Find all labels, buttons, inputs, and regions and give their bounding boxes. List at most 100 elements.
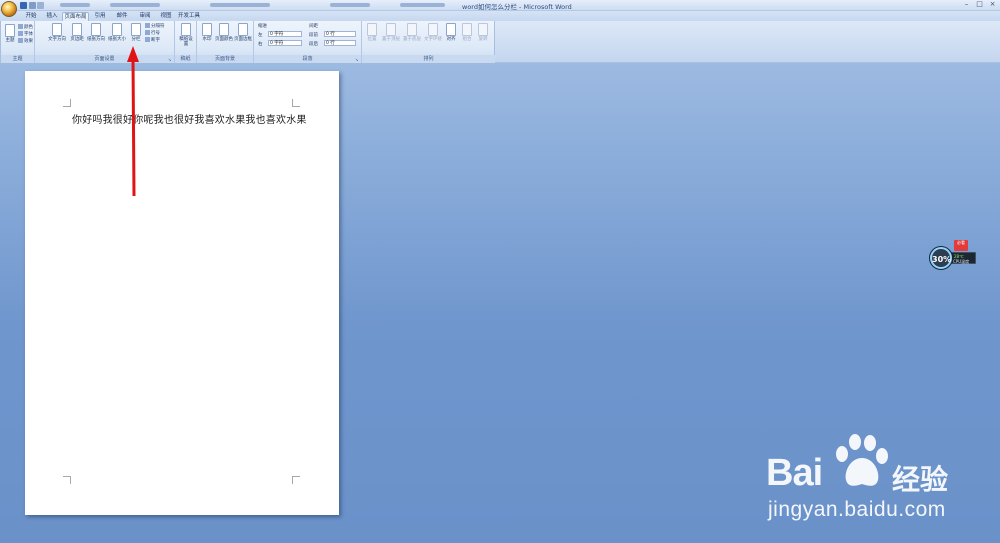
margins-label: 页边距 bbox=[70, 37, 84, 42]
theme-fonts-button[interactable]: 字体 bbox=[18, 31, 33, 38]
cpu-panel: 28℃ CPU温度 bbox=[950, 252, 976, 264]
orientation-button[interactable]: 纸张方向 bbox=[86, 23, 106, 42]
theme-effects-button[interactable]: 效果 bbox=[18, 38, 33, 45]
theme-colors-label: 颜色 bbox=[24, 25, 33, 30]
hyphenation-button[interactable]: 断字 bbox=[145, 37, 160, 44]
watermark-icon bbox=[202, 23, 212, 36]
breaks-label: 分隔符 bbox=[151, 24, 165, 29]
undo-icon[interactable] bbox=[29, 2, 36, 9]
title-bar: word如何怎么分栏 - Microsoft Word – □ × bbox=[0, 0, 1000, 17]
indent-left-input[interactable]: 0 字符 bbox=[268, 31, 302, 37]
page-setup-launcher-icon[interactable]: ↘ bbox=[168, 57, 173, 62]
themes-button[interactable]: 主题 bbox=[4, 24, 16, 43]
position-button[interactable]: 位置 bbox=[365, 23, 379, 42]
page-color-icon bbox=[219, 23, 229, 36]
columns-button[interactable]: 分栏 bbox=[129, 23, 143, 42]
margins-icon bbox=[72, 23, 82, 36]
rotate-button[interactable]: 旋转 bbox=[476, 23, 490, 42]
watermark-button[interactable]: 水印 bbox=[200, 23, 214, 42]
orientation-icon bbox=[91, 23, 101, 36]
cpu-temperature-label: CPU温度 bbox=[953, 259, 970, 264]
align-button[interactable]: 对齐 bbox=[444, 23, 458, 42]
page-background-group: 水印 页面颜色 页面边框 页面背景 bbox=[197, 21, 254, 63]
draft-group: 稿纸设置 稿纸 bbox=[175, 21, 197, 63]
text-wrap-label: 文字环绕 bbox=[424, 37, 442, 42]
ribbon-empty-area bbox=[495, 21, 1000, 63]
line-numbers-icon bbox=[145, 30, 150, 35]
baidu-paw-icon bbox=[836, 434, 888, 486]
page-borders-icon bbox=[238, 23, 248, 36]
page-color-button[interactable]: 页面颜色 bbox=[215, 23, 233, 42]
themes-group-label: 主题 bbox=[1, 55, 34, 63]
position-icon bbox=[367, 23, 377, 36]
tab-view[interactable]: 视图 bbox=[156, 12, 176, 21]
text-wrap-button[interactable]: 文字环绕 bbox=[423, 23, 443, 42]
watermark-logo-cn: 经验 bbox=[892, 463, 949, 496]
tab-home[interactable]: 开始 bbox=[20, 12, 42, 21]
margin-corner-mark bbox=[292, 99, 300, 107]
spacing-before-input[interactable]: 0 行 bbox=[324, 31, 356, 37]
close-button[interactable]: × bbox=[988, 0, 997, 10]
cpu-badge: 必看 bbox=[954, 240, 968, 251]
spacing-after-label: 段后 bbox=[309, 42, 318, 47]
ghost-tab bbox=[330, 3, 370, 7]
breaks-button[interactable]: 分隔符 bbox=[145, 23, 165, 30]
arrange-group-label: 排列 bbox=[362, 55, 495, 63]
hyphenation-icon bbox=[145, 37, 150, 42]
theme-colors-button[interactable]: 颜色 bbox=[18, 24, 33, 31]
page-borders-button[interactable]: 页面边框 bbox=[234, 23, 252, 42]
tab-mailings[interactable]: 邮件 bbox=[112, 12, 132, 21]
themes-icon bbox=[5, 24, 15, 37]
columns-icon bbox=[131, 23, 141, 36]
align-icon bbox=[446, 23, 456, 36]
send-back-button[interactable]: 置于底层 bbox=[402, 23, 422, 42]
cpu-usage-percent: 30% bbox=[932, 255, 952, 264]
save-icon[interactable] bbox=[20, 2, 27, 9]
cpu-monitor-widget[interactable]: 必看 28℃ CPU温度 30% bbox=[928, 240, 978, 272]
group-button[interactable]: 组合 bbox=[460, 23, 474, 42]
watermark-url: jingyan.baidu.com bbox=[768, 498, 946, 521]
maximize-button[interactable]: □ bbox=[975, 0, 984, 10]
send-back-label: 置于底层 bbox=[403, 37, 421, 42]
spacing-after-input[interactable]: 0 行 bbox=[324, 40, 356, 46]
paragraph-launcher-icon[interactable]: ↘ bbox=[355, 57, 360, 62]
ribbon: 主题 颜色 字体 效果 主题 文字方向 页边距 纸张方向 纸张大小 分栏 分隔符… bbox=[0, 21, 495, 63]
text-wrap-icon bbox=[428, 23, 438, 36]
document-body-text[interactable]: 你好吗我很好你呢我也很好我喜欢水果我也喜欢水果 bbox=[72, 111, 307, 126]
rotate-icon bbox=[478, 23, 488, 36]
bring-front-icon bbox=[386, 23, 396, 36]
line-numbers-button[interactable]: 行号 bbox=[145, 30, 160, 37]
text-direction-icon bbox=[52, 23, 62, 36]
document-page[interactable]: 你好吗我很好你呢我也很好我喜欢水果我也喜欢水果 bbox=[25, 71, 339, 515]
tab-review[interactable]: 审阅 bbox=[135, 12, 155, 21]
size-button[interactable]: 纸张大小 bbox=[107, 23, 127, 42]
arrange-group: 位置 置于顶层 置于底层 文字环绕 对齐 组合 旋转 排列 bbox=[362, 21, 495, 63]
watermark-label: 水印 bbox=[202, 37, 212, 42]
tab-developer[interactable]: 开发工具 bbox=[176, 12, 202, 21]
minimize-button[interactable]: – bbox=[962, 0, 971, 10]
bring-front-label: 置于顶层 bbox=[382, 37, 400, 42]
ghost-tab bbox=[210, 3, 270, 7]
draft-settings-button[interactable]: 稿纸设置 bbox=[178, 23, 194, 47]
orientation-label: 纸张方向 bbox=[87, 37, 105, 42]
window-title: word如何怎么分栏 - Microsoft Word bbox=[462, 3, 572, 11]
indent-right-input[interactable]: 0 字符 bbox=[268, 40, 302, 46]
margin-corner-mark bbox=[63, 99, 71, 107]
effects-icon bbox=[18, 38, 23, 43]
page-size-icon bbox=[112, 23, 122, 36]
baidu-jingyan-watermark: Bai 经验 jingyan.baidu.com bbox=[760, 432, 992, 527]
office-button[interactable] bbox=[1, 1, 17, 17]
themes-group: 主题 颜色 字体 效果 主题 bbox=[1, 21, 35, 63]
text-direction-button[interactable]: 文字方向 bbox=[47, 23, 67, 42]
tab-references[interactable]: 引用 bbox=[90, 12, 110, 21]
tab-page-layout[interactable]: 页面布局 bbox=[62, 12, 89, 21]
tab-insert[interactable]: 插入 bbox=[42, 12, 62, 21]
bring-front-button[interactable]: 置于顶层 bbox=[381, 23, 401, 42]
redo-icon[interactable] bbox=[37, 2, 44, 9]
spacing-heading: 间距 bbox=[309, 24, 318, 29]
columns-label: 分栏 bbox=[131, 37, 141, 42]
ribbon-tab-bar: 开始 插入 页面布局 引用 邮件 审阅 视图 开发工具 bbox=[0, 11, 1000, 21]
margins-button[interactable]: 页边距 bbox=[69, 23, 85, 42]
indent-right-label: 右 bbox=[258, 42, 263, 47]
draft-settings-icon bbox=[181, 23, 191, 36]
